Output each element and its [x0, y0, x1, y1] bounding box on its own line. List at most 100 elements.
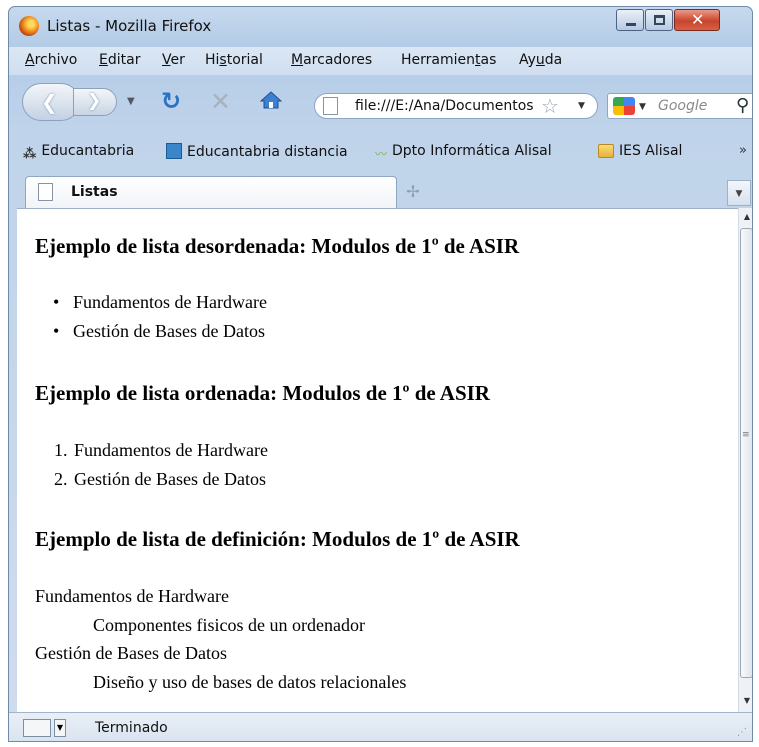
- google-engine-icon[interactable]: [613, 97, 635, 115]
- url-bar[interactable]: file:///E:/Ana/Documentos ☆ ▼: [314, 93, 598, 119]
- maximize-button[interactable]: [645, 9, 673, 31]
- tab-label: Listas: [71, 184, 118, 200]
- page-content: Ejemplo de lista desordenada: Modulos de…: [17, 208, 738, 712]
- menu-label-post: er: [170, 52, 185, 68]
- forward-arrow-icon: ❯: [87, 91, 102, 111]
- search-bar[interactable]: ▼ Google ⚲: [607, 93, 752, 119]
- url-text[interactable]: file:///E:/Ana/Documentos: [355, 98, 540, 114]
- folder-icon: [598, 144, 614, 158]
- bookmarks-overflow-button[interactable]: »: [739, 143, 747, 158]
- bookmark-educantabria-distancia[interactable]: Educantabria distancia: [166, 143, 348, 160]
- list-item: • Fundamentos de Hardware: [53, 292, 267, 313]
- close-button[interactable]: ✕: [674, 9, 720, 31]
- close-icon: ✕: [691, 10, 705, 29]
- scroll-grip-icon: ≡: [742, 430, 750, 440]
- menu-accel: u: [535, 52, 545, 68]
- bullet-marker: •: [53, 292, 60, 312]
- back-button[interactable]: ❮: [22, 83, 80, 121]
- menu-label-post: da: [544, 52, 563, 68]
- definition-term: Fundamentos de Hardware: [35, 586, 229, 606]
- scroll-thumb[interactable]: [740, 228, 752, 678]
- firefox-logo-icon: [19, 16, 39, 36]
- ordered-list-heading: Ejemplo de lista ordenada: Modulos de 1º…: [35, 381, 490, 405]
- search-engine-dropdown-icon[interactable]: ▼: [639, 102, 646, 112]
- menu-label-pre: Hi: [205, 52, 220, 68]
- back-arrow-icon: ❮: [41, 90, 58, 114]
- number-marker: 1.: [54, 440, 68, 460]
- minimize-button[interactable]: [616, 9, 644, 31]
- menu-archivo[interactable]: Archivo: [25, 52, 77, 68]
- bookmark-label: IES Alisal: [619, 143, 683, 159]
- menu-label-post: arcadores: [303, 52, 373, 68]
- list-item: 2. Gestión de Bases de Datos: [54, 469, 266, 490]
- page-icon: [323, 97, 338, 115]
- status-text: Terminado: [95, 720, 168, 736]
- bullet-marker: •: [53, 321, 60, 341]
- menu-accel: V: [162, 52, 171, 68]
- menu-ver[interactable]: Ver: [162, 52, 185, 68]
- menu-label-post: rchivo: [34, 52, 78, 68]
- list-item-text: Gestión de Bases de Datos: [74, 469, 266, 489]
- list-item: 1. Fundamentos de Hardware: [54, 440, 268, 461]
- bookmark-star-icon[interactable]: ☆: [541, 94, 559, 118]
- scroll-down-arrow-icon[interactable]: ▼: [739, 692, 752, 710]
- unordered-list-heading: Ejemplo de lista desordenada: Modulos de…: [35, 234, 520, 258]
- bookmark-educantabria[interactable]: ⁂ Educantabria: [23, 143, 134, 162]
- new-tab-button[interactable]: ✢: [401, 180, 425, 204]
- plus-icon: ✢: [406, 182, 420, 201]
- reload-icon[interactable]: ↻: [161, 87, 181, 115]
- menu-accel: A: [25, 52, 35, 68]
- list-item-text: Gestión de Bases de Datos: [73, 321, 265, 341]
- menu-accel: M: [291, 52, 304, 68]
- menu-historial[interactable]: Historial: [205, 52, 263, 68]
- bookmark-ies-alisal[interactable]: IES Alisal: [598, 143, 682, 159]
- bookmark-label: Educantabria: [41, 143, 135, 159]
- scroll-up-arrow-icon[interactable]: ▲: [739, 208, 752, 226]
- menu-ayuda[interactable]: Ayuda: [519, 52, 562, 68]
- title-bar[interactable]: Listas - Mozilla Firefox ✕: [9, 7, 752, 45]
- stop-icon[interactable]: ✕: [210, 87, 231, 116]
- history-dropdown-icon[interactable]: ▼: [127, 96, 135, 107]
- bookmark-dpto-informatica[interactable]: 〰 Dpto Informática Alisal: [375, 143, 552, 162]
- menu-label-pre: Ay: [519, 52, 536, 68]
- menu-label-pre: Herramien: [401, 52, 475, 68]
- definition-list-heading: Ejemplo de lista de definición: Modulos …: [35, 527, 520, 551]
- menu-accel: E: [99, 52, 108, 68]
- menu-editar[interactable]: Editar: [99, 52, 140, 68]
- definition-term: Gestión de Bases de Datos: [35, 643, 227, 663]
- search-icon[interactable]: ⚲: [736, 95, 749, 116]
- menu-label-post: ditar: [107, 52, 141, 68]
- search-input[interactable]: Google: [658, 98, 707, 114]
- window-title: Listas - Mozilla Firefox: [47, 17, 212, 35]
- status-bar: ▼ Terminado ⋰: [9, 712, 752, 741]
- maximize-icon: [654, 15, 665, 25]
- bookmarks-bar: ⁂ Educantabria Educantabria distancia 〰 Dp…: [9, 138, 752, 166]
- menu-label-post: torial: [226, 52, 263, 68]
- bookmark-label: Educantabria distancia: [187, 144, 348, 160]
- cursor-tool-icon[interactable]: [23, 719, 51, 737]
- tab-listas[interactable]: Listas: [25, 176, 397, 208]
- number-marker: 2.: [54, 469, 68, 489]
- tab-strip: Listas ✢ ▼: [9, 172, 752, 208]
- url-dropdown-icon[interactable]: ▼: [578, 101, 585, 111]
- menu-bar: Archivo Editar Ver Historial Marcadores …: [9, 47, 752, 75]
- page-icon: [38, 183, 53, 201]
- browser-window: Listas - Mozilla Firefox ✕ Archivo Edita…: [8, 6, 753, 742]
- moodle-icon: [166, 143, 182, 159]
- menu-herramientas[interactable]: Herramientas: [401, 52, 496, 68]
- list-item-text: Fundamentos de Hardware: [74, 440, 268, 460]
- chevron-down-icon: ▼: [735, 189, 743, 199]
- home-icon[interactable]: [260, 91, 282, 109]
- bookmark-label: Dpto Informática Alisal: [392, 143, 552, 159]
- resize-grip-icon[interactable]: ⋰: [737, 727, 747, 738]
- bird-icon: 〰: [375, 147, 388, 161]
- tab-list-button[interactable]: ▼: [727, 180, 751, 206]
- vertical-scrollbar[interactable]: ▲ ≡ ▼: [738, 208, 752, 712]
- definition-description: Componentes fisicos de un ordenador: [93, 615, 365, 635]
- minimize-icon: [626, 23, 636, 26]
- status-dropdown-icon[interactable]: ▼: [54, 719, 66, 737]
- definition-description: Diseño y uso de bases de datos relaciona…: [93, 672, 407, 692]
- forward-button[interactable]: ❯: [73, 88, 117, 116]
- educantabria-icon: ⁂: [23, 147, 37, 162]
- menu-marcadores[interactable]: Marcadores: [291, 52, 372, 68]
